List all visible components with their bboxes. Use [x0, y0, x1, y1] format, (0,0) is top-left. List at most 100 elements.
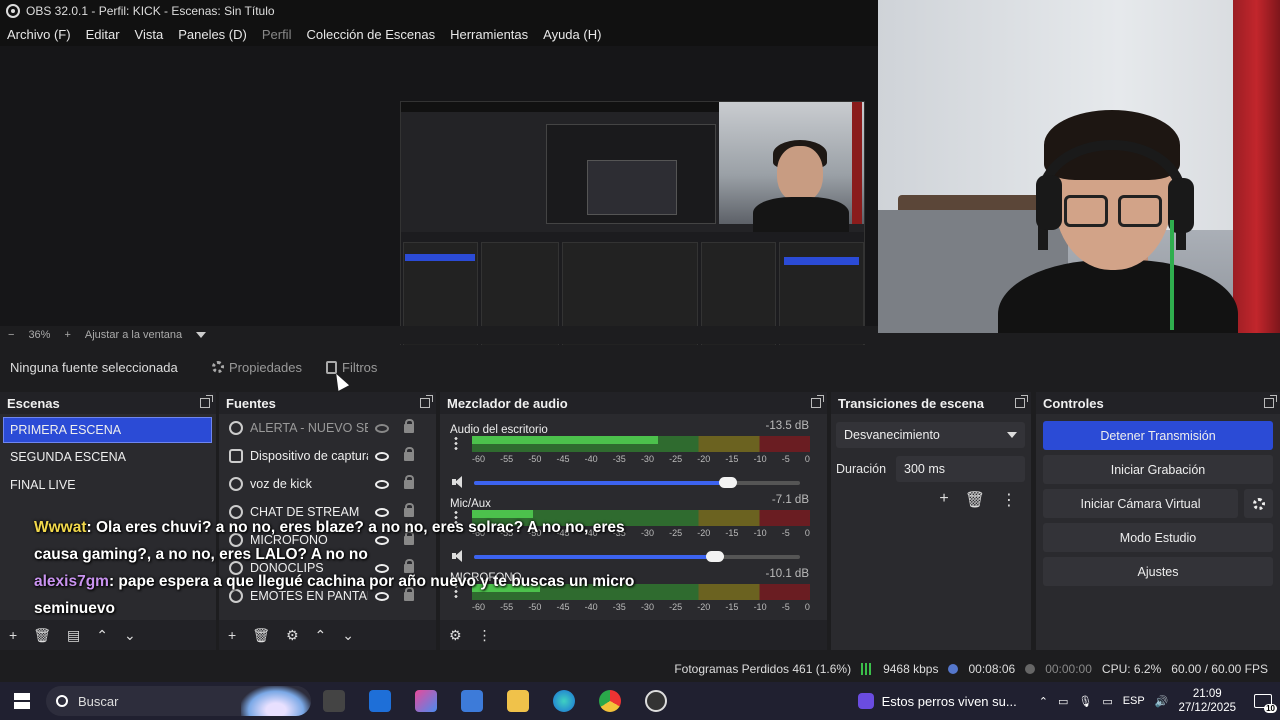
eye-hidden-icon[interactable] [375, 423, 389, 433]
lock-icon[interactable] [404, 474, 414, 489]
source-item[interactable]: Dispositivo de captura [219, 442, 436, 470]
scene-item-segunda[interactable]: SEGUNDA ESCENA [0, 443, 216, 471]
volume-icon[interactable]: 🔊 [1155, 695, 1169, 708]
taskbar-search[interactable]: Buscar [46, 686, 311, 716]
start-recording-button[interactable]: Iniciar Grabación [1043, 455, 1273, 484]
menu-vista[interactable]: Vista [128, 27, 172, 42]
undock-icon[interactable] [420, 395, 433, 408]
transition-select[interactable]: Desvanecimiento [836, 422, 1025, 448]
eye-icon[interactable] [375, 479, 389, 489]
volume-knob[interactable] [706, 551, 725, 562]
zoom-dropdown-icon[interactable] [196, 332, 207, 338]
source-item[interactable]: voz de kick [219, 470, 436, 498]
transition-menu-icon[interactable]: ⋮ [1001, 490, 1017, 510]
sources-footer: + 🗑 ⚙ ⌃ ⌄ [219, 620, 436, 650]
media-widget[interactable]: Estos perros viven su... [857, 693, 1017, 709]
move-up-icon[interactable]: ⌃ [96, 627, 108, 644]
nested-face-shape [777, 146, 823, 202]
trash-icon[interactable]: 🗑 [965, 490, 985, 510]
chat-message: Wwwat: Ola eres chuvi? a no no, eres bla… [28, 514, 668, 568]
edge-icon[interactable] [553, 690, 575, 712]
undock-icon[interactable] [200, 395, 213, 408]
chrome-icon[interactable] [599, 690, 621, 712]
zoom-out-button[interactable]: − [8, 329, 14, 341]
meter-tick-label: -10 [753, 602, 767, 612]
menu-editar[interactable]: Editar [79, 27, 128, 42]
stop-stream-button[interactable]: Detener Transmisión [1043, 421, 1273, 450]
properties-button[interactable]: Propiedades [200, 353, 314, 381]
speaker-icon[interactable] [452, 476, 466, 488]
add-scene-icon[interactable]: + [9, 627, 17, 643]
move-down-icon[interactable]: ⌄ [124, 627, 136, 644]
menu-archivo[interactable]: Archivo (F) [0, 27, 79, 42]
signal-bars-icon [861, 662, 874, 675]
menu-ayuda[interactable]: Ayuda (H) [536, 27, 609, 42]
trash-icon[interactable]: 🗑 [252, 627, 270, 644]
microphone-icon[interactable]: 🎙 [1078, 695, 1092, 708]
trash-icon[interactable]: 🗑 [33, 627, 51, 644]
language-indicator[interactable]: ESP [1123, 695, 1145, 707]
channel-db: -7.1 dB [771, 494, 809, 506]
display-icon[interactable]: ▭ [1102, 695, 1112, 708]
move-up-icon[interactable]: ⌃ [315, 627, 327, 644]
move-down-icon[interactable]: ⌄ [342, 627, 354, 644]
preview-canvas[interactable] [0, 46, 878, 366]
obs-taskbar-icon[interactable] [645, 690, 667, 712]
chevron-up-icon[interactable]: ⌃ [1039, 695, 1048, 708]
meter-tick-label: -15 [725, 454, 739, 464]
filters-button[interactable]: Filtros [314, 353, 389, 381]
source-item[interactable]: ALERTA - NUEVO SEGUIDOR [219, 414, 436, 442]
meter-tick-label: -15 [725, 528, 739, 538]
virtual-cam-button[interactable]: Iniciar Cámara Virtual [1043, 489, 1238, 518]
virtual-cam-settings-button[interactable] [1244, 489, 1273, 518]
meter-tick-label: -50 [528, 454, 542, 464]
task-view-icon[interactable] [323, 690, 345, 712]
menu-coleccion-escenas[interactable]: Colección de Escenas [299, 27, 443, 42]
controls-title: Controles [1043, 395, 1104, 411]
fit-window-label[interactable]: Ajustar a la ventana [85, 329, 182, 341]
windows-start-icon[interactable] [14, 693, 30, 709]
add-transition-icon[interactable]: + [939, 490, 948, 510]
meter-tick-label: -20 [697, 454, 711, 464]
level-meter-fill [472, 436, 658, 444]
undock-icon[interactable] [811, 395, 824, 408]
network-icon[interactable]: ▭ [1058, 695, 1068, 708]
clock[interactable]: 21:09 27/12/2025 [1178, 687, 1236, 715]
chat-username: alexis7gm [34, 573, 109, 590]
outlook-icon[interactable] [369, 690, 391, 712]
scene-item-primera[interactable]: PRIMERA ESCENA [3, 417, 212, 443]
menu-perfil[interactable]: Perfil [255, 27, 300, 42]
meter-tick-label: 0 [804, 454, 810, 464]
duration-value: 300 ms [904, 462, 946, 476]
scenes-title: Escenas [7, 395, 60, 411]
eye-icon[interactable] [375, 451, 389, 461]
add-source-icon[interactable]: + [228, 627, 236, 643]
duration-spinbox[interactable]: 300 ms [896, 456, 1025, 482]
copilot-icon[interactable] [415, 690, 437, 712]
browser-icon [229, 421, 243, 435]
lock-icon[interactable] [404, 418, 414, 433]
channel-menu-icon[interactable] [454, 436, 458, 450]
volume-slider[interactable] [474, 477, 800, 488]
notification-icon[interactable]: 10 [1254, 694, 1277, 713]
studio-mode-button[interactable]: Modo Estudio [1043, 523, 1273, 552]
meter-ticks: -60 -55 -50 -45 -40 -35 -30 -25 -20 -15 -10 -5 0 [472, 454, 810, 464]
gear-icon[interactable]: ⚙ [286, 627, 299, 644]
mixer-menu-icon[interactable]: ⋮ [478, 627, 492, 644]
level-meter [472, 436, 810, 452]
scene-item-final[interactable]: FINAL LIVE [0, 471, 216, 499]
webcam-curtain [1233, 0, 1280, 333]
file-explorer-icon[interactable] [507, 690, 529, 712]
undock-icon[interactable] [1015, 395, 1028, 408]
undock-icon[interactable] [1264, 395, 1277, 408]
lock-icon[interactable] [404, 446, 414, 461]
store-icon[interactable] [461, 690, 483, 712]
scene-filters-icon[interactable]: ▤ [67, 627, 80, 644]
settings-button[interactable]: Ajustes [1043, 557, 1273, 586]
menu-herramientas[interactable]: Herramientas [443, 27, 536, 42]
advanced-audio-icon[interactable]: ⚙ [449, 627, 462, 644]
volume-knob[interactable] [719, 477, 738, 488]
transitions-title: Transiciones de escena [838, 395, 984, 411]
menu-paneles[interactable]: Paneles (D) [171, 27, 255, 42]
zoom-in-button[interactable]: + [64, 329, 70, 341]
